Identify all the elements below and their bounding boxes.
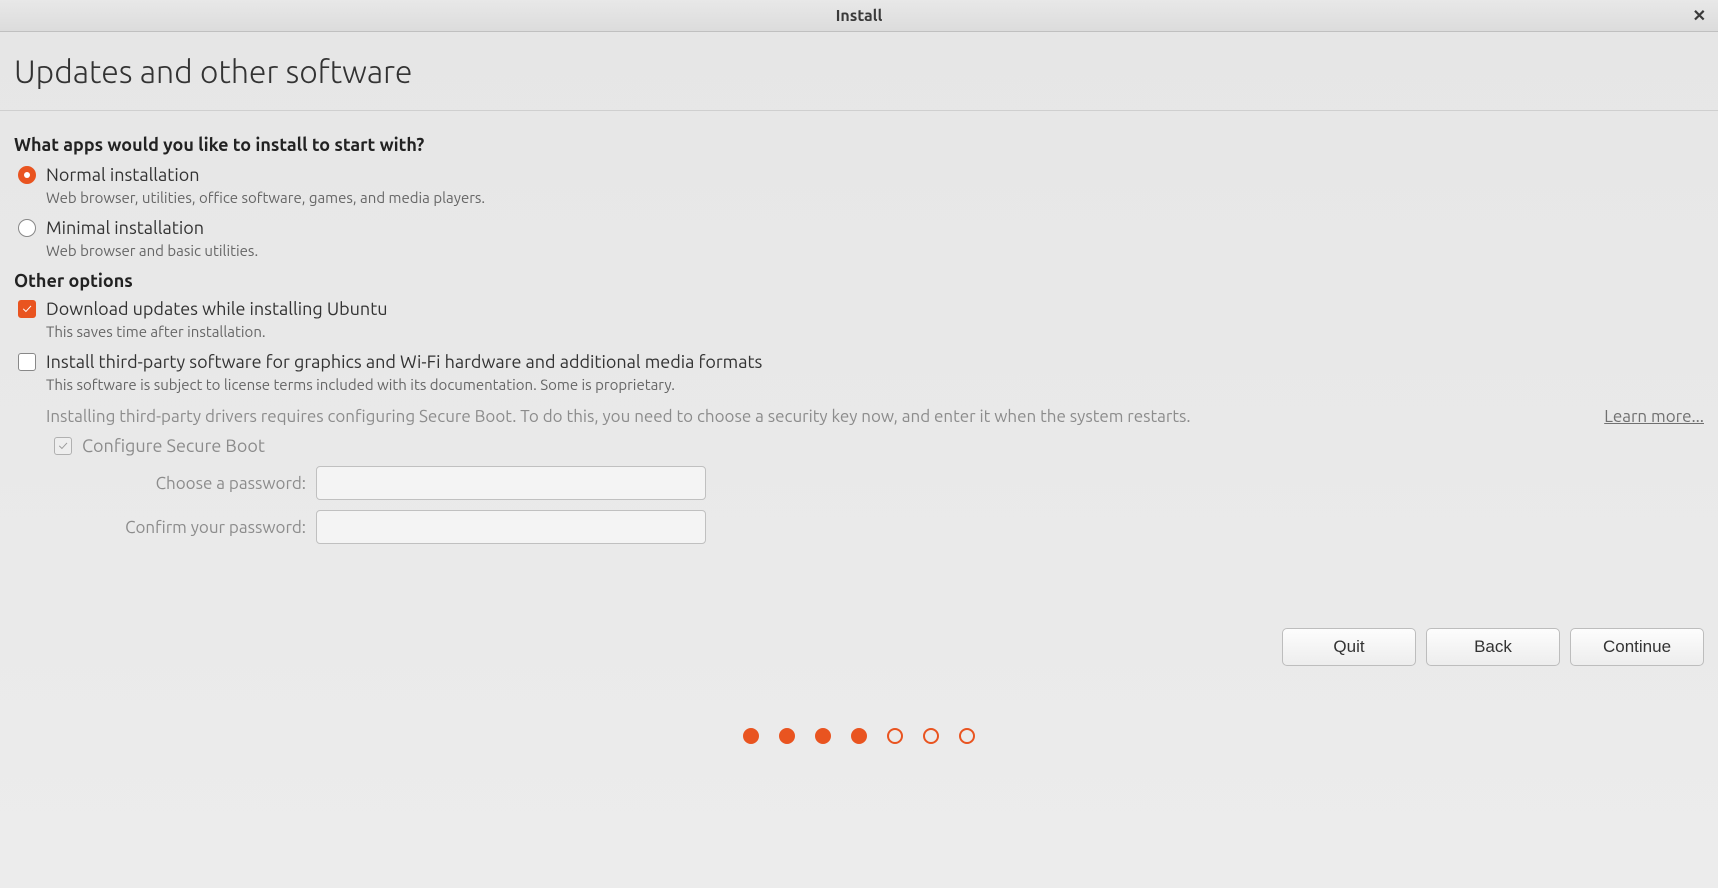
- install-apps-question: What apps would you like to install to s…: [14, 135, 1704, 155]
- check-configure-secure-boot: Configure Secure Boot: [54, 436, 1704, 456]
- radio-label: Minimal installation: [46, 218, 204, 238]
- checkbox-label: Install third-party software for graphic…: [46, 352, 762, 372]
- check-download-updates[interactable]: Download updates while installing Ubuntu: [18, 299, 1704, 319]
- content-area: What apps would you like to install to s…: [0, 111, 1718, 544]
- radio-normal-installation[interactable]: Normal installation: [18, 165, 1704, 185]
- checkbox-label: Download updates while installing Ubuntu: [46, 299, 388, 319]
- window-title: Install: [836, 7, 883, 25]
- learn-more-link[interactable]: Learn more...: [1604, 407, 1704, 426]
- progress-dot: [815, 728, 831, 744]
- radio-minimal-desc: Web browser and basic utilities.: [46, 242, 1704, 259]
- progress-dot: [887, 728, 903, 744]
- radio-icon: [18, 166, 36, 184]
- page-header: Updates and other software: [0, 32, 1718, 111]
- radio-minimal-installation[interactable]: Minimal installation: [18, 218, 1704, 238]
- progress-dots: [743, 728, 975, 744]
- close-icon[interactable]: ✕: [1693, 6, 1706, 25]
- titlebar: Install ✕: [0, 0, 1718, 32]
- checkbox-label: Configure Secure Boot: [82, 436, 265, 456]
- confirm-password-row: Confirm your password:: [86, 510, 1704, 544]
- continue-button[interactable]: Continue: [1570, 628, 1704, 666]
- checkbox-icon: [18, 353, 36, 371]
- confirm-password-input: [316, 510, 706, 544]
- check-download-updates-desc: This saves time after installation.: [46, 323, 1704, 340]
- quit-button[interactable]: Quit: [1282, 628, 1416, 666]
- check-third-party[interactable]: Install third-party software for graphic…: [18, 352, 1704, 372]
- checkbox-icon: [54, 437, 72, 455]
- choose-password-input: [316, 466, 706, 500]
- check-third-party-desc: This software is subject to license term…: [46, 376, 1704, 393]
- back-button[interactable]: Back: [1426, 628, 1560, 666]
- secure-boot-note-text: Installing third-party drivers requires …: [46, 407, 1191, 426]
- progress-dot: [923, 728, 939, 744]
- confirm-password-label: Confirm your password:: [86, 518, 306, 537]
- button-bar: Quit Back Continue: [1282, 628, 1704, 666]
- radio-normal-desc: Web browser, utilities, office software,…: [46, 189, 1704, 206]
- progress-dot: [851, 728, 867, 744]
- other-options-header: Other options: [14, 271, 1704, 291]
- page-title: Updates and other software: [14, 54, 1704, 90]
- radio-label: Normal installation: [46, 165, 200, 185]
- secure-boot-note: Installing third-party drivers requires …: [46, 407, 1704, 426]
- secure-boot-block: Configure Secure Boot Choose a password:…: [54, 436, 1704, 544]
- progress-dot: [959, 728, 975, 744]
- radio-icon: [18, 219, 36, 237]
- choose-password-row: Choose a password:: [86, 466, 1704, 500]
- progress-dot: [743, 728, 759, 744]
- checkbox-icon: [18, 300, 36, 318]
- progress-dot: [779, 728, 795, 744]
- choose-password-label: Choose a password:: [86, 474, 306, 493]
